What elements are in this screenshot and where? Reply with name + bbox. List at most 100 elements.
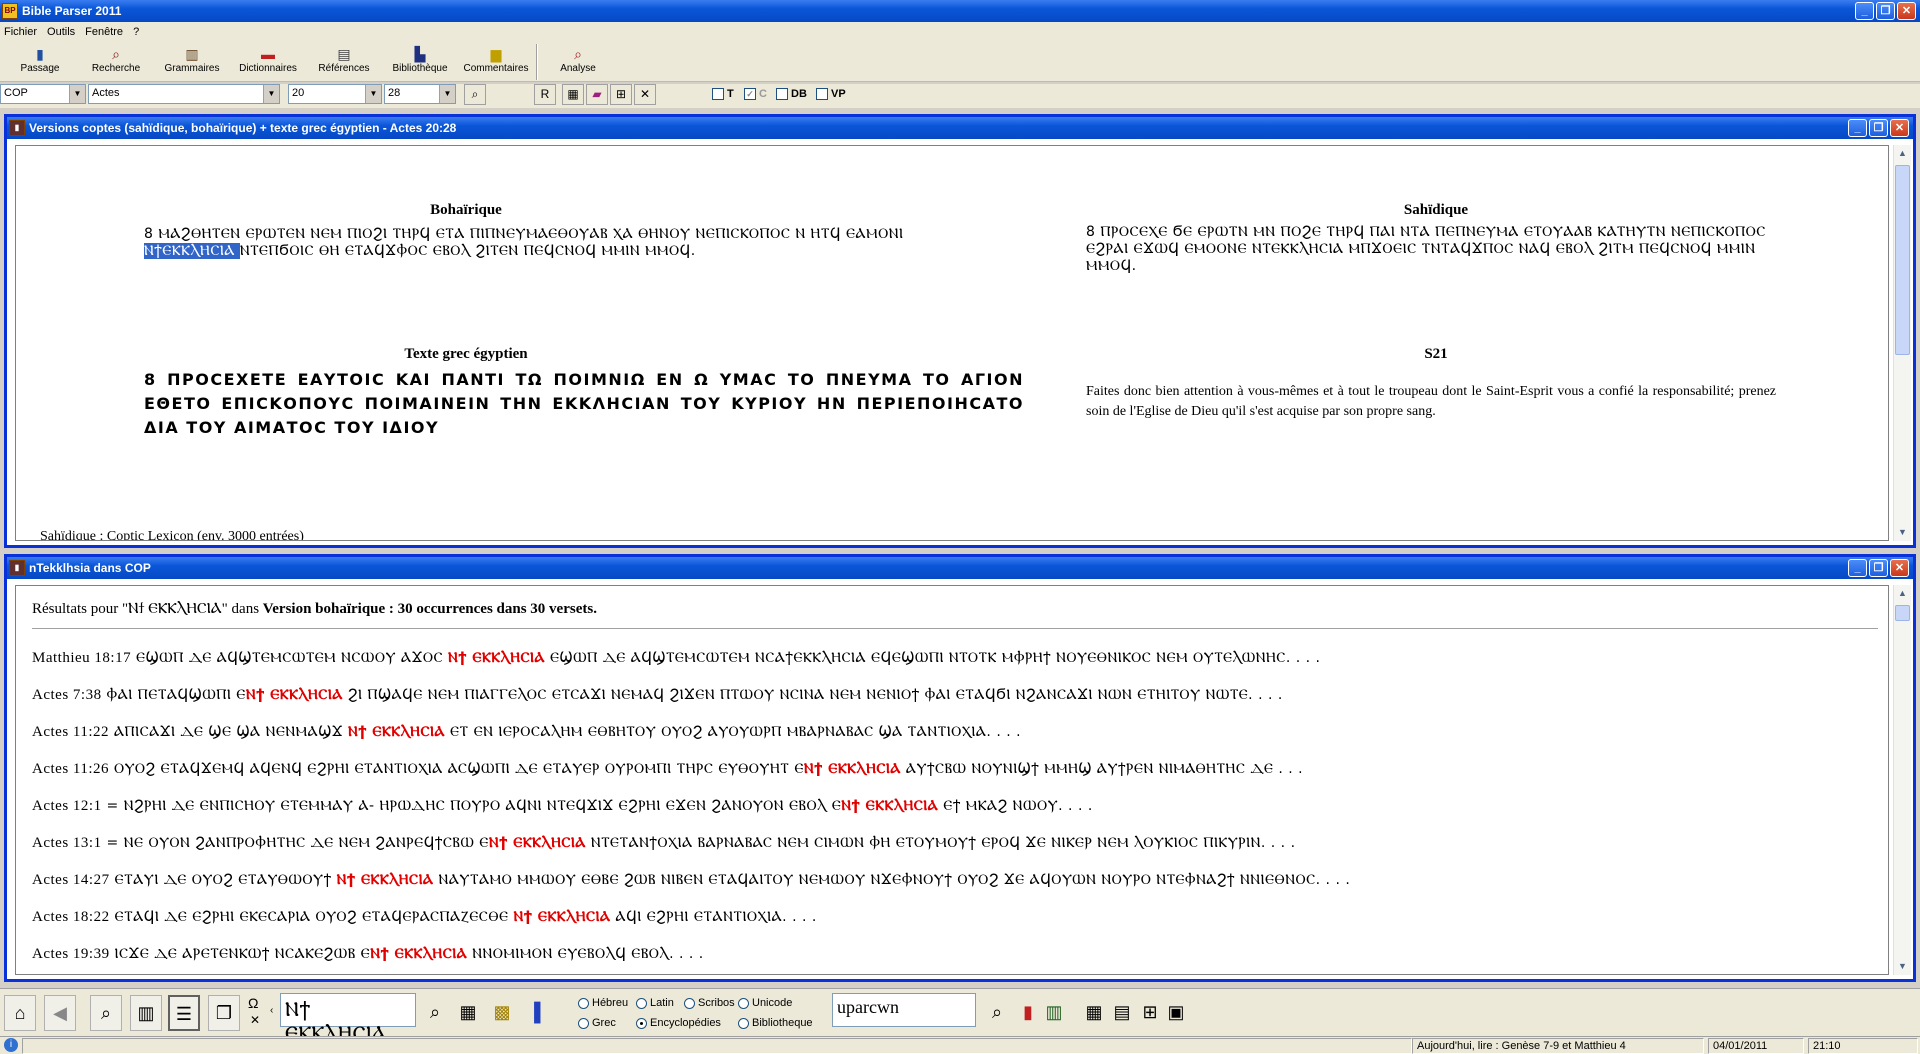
radio-latin[interactable]: Latin — [636, 997, 674, 1009]
menu-outils[interactable]: Outils — [47, 26, 75, 38]
scroll-up-icon[interactable]: ▲ — [1894, 145, 1911, 162]
search-icon: ⌕ — [471, 87, 479, 101]
book-select[interactable]: Actes ▼ — [88, 84, 280, 104]
tool-button-5[interactable]: ▥ — [1040, 995, 1068, 1031]
result-row[interactable]: Actes 11:26 ⲞⲨⲞϨ ⲈⲦⲀϤϪⲈⲘϤ ⲀϤⲈⲚϤ ⲈϨⲢⲎⲒ ⲈⲦ… — [32, 761, 1303, 778]
versions-window-title: Versions coptes (sahïdique, bohaïrique) … — [29, 121, 457, 135]
restore-button[interactable]: ❐ — [1869, 559, 1888, 577]
minimize-button[interactable]: _ — [1848, 559, 1867, 577]
scroll-down-icon[interactable]: ▼ — [1894, 958, 1911, 975]
r-button[interactable]: R — [534, 84, 556, 105]
references-button[interactable]: ▤ Références — [306, 42, 382, 82]
selected-word[interactable]: ⲚϯⲈⲔⲔⲖⲎⲤⲒⲀ — [144, 243, 240, 259]
word-search-button[interactable]: ⌕ — [422, 995, 448, 1031]
close-button[interactable]: ✕ — [1890, 559, 1909, 577]
t-checkbox[interactable]: T — [712, 88, 734, 100]
versions-scrollbar[interactable]: ▲ ▼ — [1893, 145, 1911, 541]
radio-scribos[interactable]: Scribos — [684, 997, 735, 1009]
tool-button-8[interactable]: ⊞ — [1136, 995, 1164, 1031]
layout-button-2[interactable]: ▰ — [586, 84, 608, 105]
result-reference[interactable]: Actes 12:1 — [32, 798, 102, 814]
tool-button-4[interactable]: ▮ — [1014, 995, 1042, 1031]
menu-help[interactable]: ? — [133, 26, 139, 38]
result-reference[interactable]: Actes 19:39 — [32, 946, 110, 962]
chevron-down-icon: ▼ — [439, 85, 455, 103]
close-button[interactable]: ✕ — [1897, 2, 1916, 20]
search-passage-button[interactable]: ⌕ — [464, 84, 486, 105]
chapter-select[interactable]: 20 ▼ — [288, 84, 382, 104]
result-row[interactable]: Actes 12:1 = ⲚϨⲢⲎⲒ ⲆⲈ ⲈⲚⲠⲒⲤⲎⲞⲨ ⲈⲦⲈⲘⲘⲀⲨ Ⲁ… — [32, 798, 1093, 815]
rows-button[interactable]: ☰ — [168, 995, 200, 1031]
omega-button[interactable]: Ω — [248, 995, 258, 1011]
result-reference[interactable]: Actes 11:26 — [32, 761, 109, 777]
recherche-button[interactable]: ⌕ Recherche — [78, 42, 154, 82]
result-reference[interactable]: Actes 14:27 — [32, 872, 110, 888]
minimize-button[interactable]: _ — [1848, 119, 1867, 137]
result-reference[interactable]: Actes 18:22 — [32, 909, 110, 925]
layout-button-1[interactable]: ▦ — [562, 84, 584, 105]
layout-button-4[interactable]: ✕ — [634, 84, 656, 105]
restore-button[interactable]: ❐ — [1876, 2, 1895, 20]
scroll-down-icon[interactable]: ▼ — [1894, 524, 1911, 541]
bars-icon: ▮ — [1023, 1002, 1033, 1022]
menu-fichier[interactable]: Fichier — [4, 26, 37, 38]
result-reference[interactable]: Actes 11:22 — [32, 724, 109, 740]
word-search-input[interactable]: Ⲛϯ ⲈⲔⲔⲖⲎⲤⲒⲀ — [280, 993, 416, 1045]
db-checkbox[interactable]: DB — [776, 88, 807, 100]
result-row[interactable]: Actes 18:22 ⲈⲦⲀϤⲒ ⲆⲈ ⲈϨⲢⲎⲒ ⲈⲔⲈⲤⲀⲢⲒⲀ ⲞⲨⲞϨ… — [32, 909, 817, 926]
restore-button[interactable]: ❐ — [1869, 119, 1888, 137]
minimize-button[interactable]: _ — [1855, 2, 1874, 20]
windows-button[interactable]: ❐ — [208, 995, 240, 1031]
result-reference[interactable]: Matthieu 18:17 — [32, 650, 131, 666]
tool-button-7[interactable]: ▤ — [1108, 995, 1136, 1031]
zoom-button[interactable]: ⌕ — [90, 995, 122, 1031]
layout-button-3[interactable]: ⊞ — [610, 84, 632, 105]
radio-bibliotheque[interactable]: Bibliotheque — [738, 1017, 813, 1029]
back-button[interactable]: ◀ — [44, 995, 76, 1031]
verse-select[interactable]: 28 ▼ — [384, 84, 456, 104]
grammaires-button[interactable]: ▥ Grammaires — [154, 42, 230, 82]
results-window-titlebar: ▮ nTekklhsia dans COP _ ❐ ✕ — [7, 557, 1913, 579]
scroll-up-icon[interactable]: ▲ — [1894, 585, 1911, 602]
encyclopedia-search-input[interactable]: uparcwn — [832, 993, 976, 1027]
radio-grec[interactable]: Grec — [578, 1017, 616, 1029]
radio-unicode[interactable]: Unicode — [738, 997, 792, 1009]
tool-button-3[interactable]: ▐ — [520, 995, 548, 1031]
c-checkbox[interactable]: ✓ C — [744, 88, 767, 100]
tool-button-9[interactable]: ▣ — [1162, 995, 1190, 1031]
close-button[interactable]: ✕ — [1890, 119, 1909, 137]
bottom-toolbar: ⌂ ◀ ⌕ ▥ ☰ ❐ Ω ✕ ‹ Ⲛϯ ⲈⲔⲔⲖⲎⲤⲒⲀ ⌕ ▦ ▩ ▐ Hé… — [0, 988, 1920, 1045]
scroll-thumb[interactable] — [1895, 605, 1910, 621]
vp-checkbox[interactable]: VP — [816, 88, 846, 100]
tools-small-icon[interactable]: ✕ — [250, 1013, 260, 1027]
result-row[interactable]: Actes 11:22 ⲀⲠⲒⲤⲀϪⲒ ⲆⲈ ϢⲈ ϢⲀ ⲚⲈⲚⲘⲀϢϪ Ⲛϯ … — [32, 724, 1021, 741]
analyse-button[interactable]: ⌕ Analyse — [540, 42, 616, 82]
results-scrollbar[interactable]: ▲ ▼ — [1893, 585, 1911, 975]
result-row[interactable]: Actes 14:27 ⲈⲦⲀⲨⲒ ⲆⲈ ⲞⲨⲞϨ ⲈⲦⲀⲨⲐⲰⲞⲨϯ Ⲛϯ Ⲉ… — [32, 872, 1350, 889]
result-row[interactable]: Actes 13:1 = ⲚⲈ ⲞⲨⲞⲚ ϨⲀⲚⲠⲢⲞⲪⲎⲦⲎⲤ ⲆⲈ ⲚⲈⲘ … — [32, 835, 1296, 852]
result-row[interactable]: Actes 7:38 ⲪⲀⲒ ⲠⲈⲦⲀϤϢⲰⲠⲒ ⲈⲚϯ ⲈⲔⲔⲖⲎⲤⲒⲀ ϨⲒ… — [32, 687, 1283, 704]
menu-fenetre[interactable]: Fenêtre — [85, 26, 123, 38]
result-reference[interactable]: Actes 7:38 — [32, 687, 102, 703]
grammar-icon: ▥ — [185, 46, 199, 62]
result-text: ⲈⲦⲀϤⲒ ⲆⲈ ⲈϨⲢⲎⲒ ⲈⲔⲈⲤⲀⲢⲒⲀ ⲞⲨⲞϨ ⲈⲦⲀϤⲈⲢⲀⲤⲠⲀⲌ… — [109, 909, 514, 925]
result-text: ⲀⲠⲒⲤⲀϪⲒ ⲆⲈ ϢⲈ ϢⲀ ⲚⲈⲚⲘⲀϢϪ — [109, 724, 348, 740]
columns-button[interactable]: ▥ — [130, 995, 162, 1031]
home-button[interactable]: ⌂ — [4, 995, 36, 1031]
scroll-thumb[interactable] — [1895, 165, 1910, 355]
encyclopedia-search-button[interactable]: ⌕ — [984, 995, 1010, 1031]
commentaires-button[interactable]: ▆ Commentaires — [458, 42, 534, 82]
tool-button-1[interactable]: ▦ — [454, 995, 482, 1031]
result-row[interactable]: Matthieu 18:17 ⲈϢⲰⲠ ⲆⲈ ⲀϤϢⲦⲈⲘⲤⲰⲦⲈⲘ ⲚⲤⲰⲞⲨ… — [32, 650, 1320, 667]
radio-hebreu[interactable]: Hébreu — [578, 997, 628, 1009]
passage-button[interactable]: ▮ Passage — [2, 42, 78, 82]
tool-button-2[interactable]: ▩ — [488, 995, 516, 1031]
result-reference[interactable]: Actes 13:1 — [32, 835, 102, 851]
bibliotheque-button[interactable]: ▙ Bibliothèque — [382, 42, 458, 82]
result-row[interactable]: Actes 19:39 ⲒⲤϪⲈ ⲆⲈ ⲀⲢⲈⲦⲈⲚⲔⲰϯ ⲚⲤⲀⲔⲈϨⲰⲂ Ⲉ… — [32, 946, 704, 963]
greek-heading: Texte grec égyptien — [404, 346, 528, 362]
version-select[interactable]: COP ▼ — [0, 84, 86, 104]
tool-button-6[interactable]: ▦ — [1080, 995, 1108, 1031]
dictionnaires-button[interactable]: ▬ Dictionnaires — [230, 42, 306, 82]
radio-encyclopedies[interactable]: Encyclopédies — [636, 1017, 721, 1029]
